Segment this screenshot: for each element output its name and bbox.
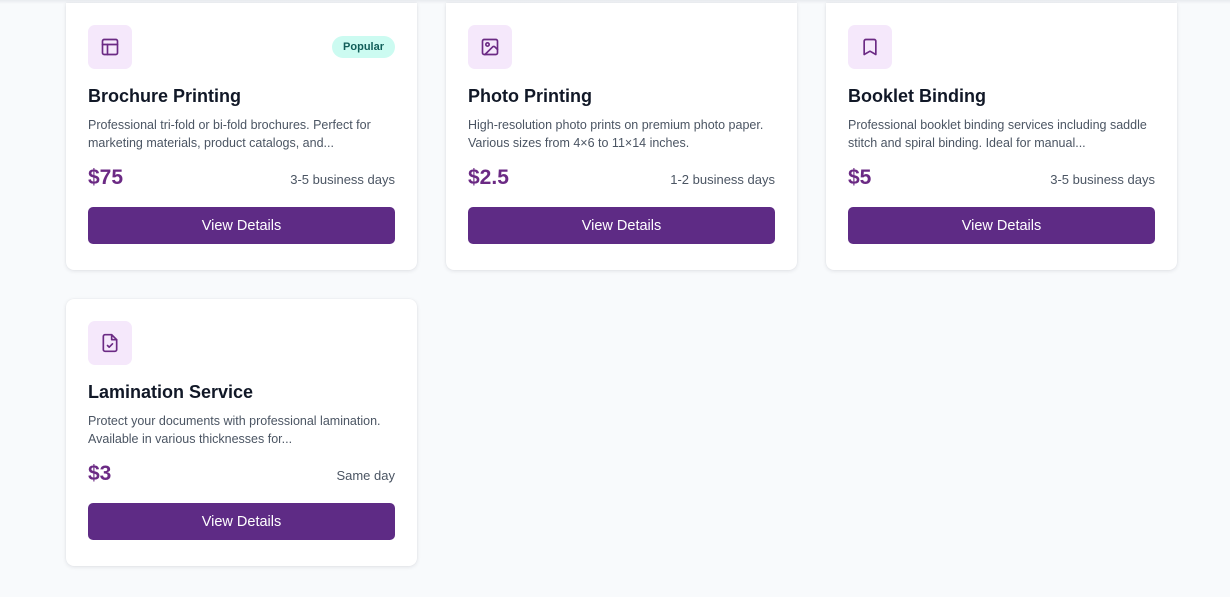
- service-title: Booklet Binding: [848, 86, 986, 106]
- service-meta: $3 Same day: [88, 462, 395, 488]
- service-price: $3: [88, 462, 112, 485]
- service-description: Professional booklet binding services in…: [848, 118, 1147, 150]
- view-details-button[interactable]: View Details: [88, 207, 395, 244]
- view-details-button[interactable]: View Details: [468, 207, 775, 244]
- layout-icon: [88, 25, 132, 69]
- file-check-icon: [88, 321, 132, 365]
- service-turnaround: 1-2 business days: [670, 172, 775, 187]
- card-header: Popular: [88, 25, 395, 69]
- service-title: Photo Printing: [468, 86, 592, 106]
- service-price: $75: [88, 166, 124, 189]
- service-turnaround: Same day: [336, 468, 395, 483]
- card-header: [88, 321, 395, 365]
- bookmark-icon: [848, 25, 892, 69]
- service-description: Professional tri-fold or bi-fold brochur…: [88, 118, 371, 150]
- services-page: Popular Brochure Printing Professional t…: [0, 0, 1230, 597]
- service-turnaround: 3-5 business days: [290, 172, 395, 187]
- service-meta: $2.5 1-2 business days: [468, 166, 775, 192]
- view-details-button[interactable]: View Details: [88, 503, 395, 540]
- popular-badge: Popular: [332, 36, 395, 58]
- service-card-grid: Popular Brochure Printing Professional t…: [66, 3, 1177, 566]
- service-card-booklet-binding: Booklet Binding Professional booklet bin…: [826, 3, 1177, 270]
- service-price: $2.5: [468, 166, 509, 189]
- view-details-button[interactable]: View Details: [848, 207, 1155, 244]
- service-description: Protect your documents with professional…: [88, 414, 381, 446]
- service-title: Lamination Service: [88, 382, 254, 402]
- service-meta: $5 3-5 business days: [848, 166, 1155, 192]
- service-meta: $75 3-5 business days: [88, 166, 395, 192]
- card-header: [848, 25, 1155, 69]
- card-header: [468, 25, 775, 69]
- service-price: $5: [848, 166, 872, 189]
- image-icon: [468, 25, 512, 69]
- service-card-lamination-service: Lamination Service Protect your document…: [66, 299, 417, 566]
- service-card-brochure-printing: Popular Brochure Printing Professional t…: [66, 3, 417, 270]
- service-title: Brochure Printing: [88, 86, 242, 106]
- service-turnaround: 3-5 business days: [1050, 172, 1155, 187]
- service-description: High-resolution photo prints on premium …: [468, 118, 764, 150]
- service-card-photo-printing: Photo Printing High-resolution photo pri…: [446, 3, 797, 270]
